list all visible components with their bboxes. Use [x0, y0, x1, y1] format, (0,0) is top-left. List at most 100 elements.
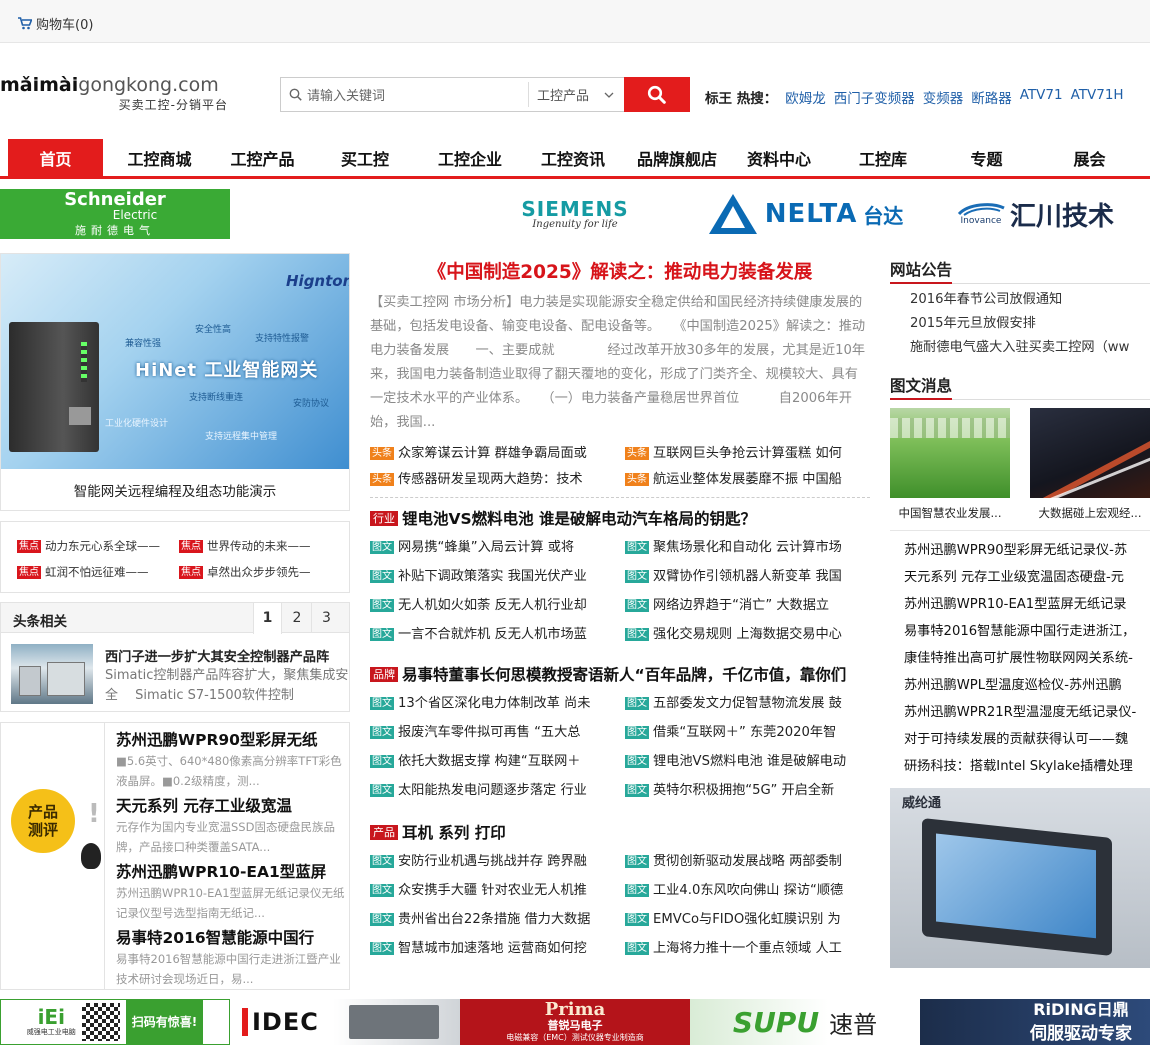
section-title[interactable]: 产品 耳机 系列 打印 — [370, 821, 870, 847]
search-input[interactable]: 请输入关键词 — [281, 78, 528, 111]
notice-item[interactable]: 施耐德电气盛大入驻买卖工控网（ww — [910, 336, 1150, 360]
picnews-image-bigdata[interactable] — [1030, 408, 1150, 498]
section-item[interactable]: 图文 贯彻创新驱动发展战略 两部委制 — [625, 847, 870, 876]
focus-row: 焦点 虹润不怕远征难—— 焦点 卓然出众步步领先— — [17, 564, 349, 590]
site-logo[interactable]: mǎimàigongkong.com 买卖工控-分销平台 — [0, 74, 232, 118]
section-item[interactable]: 图文 工业4.0东风吹向佛山 探访“顺德 — [625, 876, 870, 905]
section-item[interactable]: 图文 众安携手大疆 针对农业无人机推 — [370, 876, 625, 905]
nav-mall[interactable]: 工控商城 — [103, 139, 216, 176]
section-item[interactable]: 图文 借乘“互联网＋” 东莞2020年智 — [625, 718, 870, 747]
banner-caption: 智能网关远程编程及组态功能演示 — [73, 484, 277, 500]
brand-inovance[interactable]: Inovance 汇川技术 — [920, 189, 1150, 239]
hot-keyword[interactable]: ATV71H — [1071, 87, 1124, 107]
picnews-item[interactable]: 苏州迅鹏WPR90型彩屏无纸记录仪-苏 — [890, 537, 1150, 564]
focus-item[interactable]: 焦点 世界传动的未来—— — [179, 538, 311, 564]
section-item[interactable]: 图文 安防行业机遇与挑战并存 跨界融 — [370, 847, 625, 876]
brand-schneider[interactable]: Schneider Electric 施耐德电气 — [0, 189, 230, 239]
section-item[interactable]: 图文 报废汽车零件拟可再售 “五大总 — [370, 718, 625, 747]
search-button[interactable] — [624, 77, 690, 112]
section-item[interactable]: 图文 依托大数据支撑 构建“互联网＋ — [370, 747, 625, 776]
picnews-item[interactable]: 易事特2016智慧能源中国行走进浙江， — [890, 618, 1150, 645]
ad-idec[interactable]: IDEC — [230, 999, 460, 1045]
picnews-item[interactable]: 天元系列 元存工业级宽温固态硬盘-元 — [890, 564, 1150, 591]
iei-logo: iEi 威强电工业电脑 — [26, 1005, 76, 1036]
notice-item[interactable]: 2015年元旦放假安排 — [910, 312, 1150, 336]
picnews-item[interactable]: 对于可持续发展的贡献获得认可——魏 — [890, 726, 1150, 753]
picnews-item[interactable]: 苏州迅鹏WPR10-EA1型蓝屏无纸记录 — [890, 591, 1150, 618]
headline-thumbnail[interactable] — [11, 644, 93, 704]
nav-home[interactable]: 首页 — [8, 139, 103, 176]
product-banner[interactable]: Hignton HiNet 工业智能网关 兼容性强 安全性高 支持特性报警 支持… — [0, 253, 350, 511]
notice-item[interactable]: 2016年春节公司放假通知 — [910, 288, 1150, 312]
nav-buy[interactable]: 买工控 — [309, 139, 421, 176]
toutiao-item[interactable]: 头条 众家筹谋云计算 群雄争霸局面或 — [370, 440, 625, 468]
nav-brand-stores[interactable]: 品牌旗舰店 — [627, 139, 727, 176]
nav-exhibitions[interactable]: 展会 — [1038, 139, 1141, 176]
picnews-item[interactable]: 苏州迅鹏WPL型温度巡检仪-苏州迅鹏 — [890, 672, 1150, 699]
page-tab-2[interactable]: 2 — [283, 603, 312, 633]
section-item[interactable]: 图文 补贴下调政策落实 我国光伏产业 — [370, 562, 625, 591]
nav-resources[interactable]: 资料中心 — [727, 139, 831, 176]
brand-siemens[interactable]: SIEMENS Ingenuity for life — [460, 189, 690, 239]
page-tab-3[interactable]: 3 — [312, 603, 341, 633]
section-title[interactable]: 行业 锂电池VS燃料电池 谁是破解电动汽车格局的钥匙？ — [370, 507, 870, 533]
section-item[interactable]: 图文 智慧城市加速落地 运营商如何挖 — [370, 934, 625, 963]
toutiao-item[interactable]: 头条 航运业整体发展萎靡不振 中国船 — [625, 468, 870, 496]
section-item[interactable]: 图文 网络边界趋于“消亡” 大数据立 — [625, 591, 870, 620]
cart-label: 购物车(0) — [36, 18, 94, 33]
review-list: 苏州迅鹏WPR90型彩屏无纸 ■5.6英寸、640*480像素高分辨率TFT彩色… — [116, 729, 348, 991]
ad-riding[interactable]: RiDING日鼎 伺服驱动专家 — [920, 999, 1150, 1045]
cart-link[interactable]: 购物车(0) — [18, 14, 93, 33]
nav-companies[interactable]: 工控企业 — [421, 139, 519, 176]
ad-prima[interactable]: Prima 普锐马电子 电磁兼容（EMC）测试仪器专业制造商 — [460, 999, 690, 1045]
hot-keyword[interactable]: 西门子变频器 — [834, 87, 915, 107]
picnews-item[interactable]: 康佳特推出高可扩展性物联网网关系统- — [890, 645, 1150, 672]
focus-item[interactable]: 焦点 动力东元心系全球—— — [17, 538, 179, 564]
hot-keyword[interactable]: 欧姆龙 — [785, 87, 826, 107]
section-item[interactable]: 图文 双臂协作引领机器人新变革 我国 — [625, 562, 870, 591]
picnews-item[interactable]: 苏州迅鹏WPR21R型温湿度无纸记录仪- — [890, 699, 1150, 726]
section-item[interactable]: 图文 锂电池VS燃料电池 谁是破解电动 — [625, 747, 870, 776]
picnews-item[interactable]: 研扬科技：搭载Intel Skylake插槽处理 — [890, 753, 1150, 780]
section-item[interactable]: 图文 网易携“蜂巢”入局云计算 或将 — [370, 533, 625, 562]
nav-library[interactable]: 工控库 — [831, 139, 935, 176]
section-item[interactable]: 图文 13个省区深化电力体制改革 尚未 — [370, 689, 625, 718]
section-item[interactable]: 图文 强化交易规则 上海数据交易中心 — [625, 620, 870, 649]
hot-keyword[interactable]: 断路器 — [971, 87, 1012, 107]
section-item[interactable]: 图文 一言不合就炸机 反无人机市场蓝 — [370, 620, 625, 649]
nav-news[interactable]: 工控资讯 — [519, 139, 627, 176]
nav-products[interactable]: 工控产品 — [216, 139, 309, 176]
hot-keyword[interactable]: ATV71 — [1020, 87, 1063, 107]
search-category-select[interactable]: 工控产品 — [528, 82, 624, 107]
review-item-title[interactable]: 苏州迅鹏WPR90型彩屏无纸 — [116, 729, 348, 751]
review-item-title[interactable]: 易事特2016智慧能源中国行 — [116, 927, 348, 949]
nav-topics[interactable]: 专题 — [935, 139, 1038, 176]
review-item-title[interactable]: 苏州迅鹏WPR10-EA1型蓝屏 — [116, 861, 348, 883]
ad-supu[interactable]: SUPU 速普 — [690, 999, 920, 1045]
section-item[interactable]: 图文 五部委发文力促智慧物流发展 鼓 — [625, 689, 870, 718]
review-item-title[interactable]: 天元系列 元存工业级宽温 — [116, 795, 348, 817]
section-item[interactable]: 图文 贵州省出台22条措施 借力大数据 — [370, 905, 625, 934]
hmi-ad[interactable]: 威纶通 — [890, 788, 1150, 968]
brand-delta[interactable]: NELTA 台达 — [690, 189, 920, 239]
hot-keyword[interactable]: 变频器 — [923, 87, 964, 107]
section-item[interactable]: 图文 聚焦场景化和自动化 云计算市场 — [625, 533, 870, 562]
section-item[interactable]: 图文 EMVCo与FIDO强化虹膜识别 为 — [625, 905, 870, 934]
section-item[interactable]: 图文 上海将力推十一个重点领域 人工 — [625, 934, 870, 963]
main-article-title[interactable]: 《中国制造2025》解读之：推动电力装备发展 — [370, 258, 870, 284]
toutiao-item[interactable]: 头条 互联网巨头争抢云计算蛋糕 如何 — [625, 440, 870, 468]
inovance-logo-icon — [957, 203, 1005, 216]
banner-logo: Hignton — [286, 272, 349, 290]
focus-item[interactable]: 焦点 虹润不怕远征难—— — [17, 564, 179, 590]
section-item[interactable]: 图文 英特尔积极拥抱“5G” 开启全新 — [625, 776, 870, 805]
section-item[interactable]: 图文 无人机如火如荼 反无人机行业却 — [370, 591, 625, 620]
toutiao-item[interactable]: 头条 传感器研发呈现两大趋势：技术 — [370, 468, 625, 496]
section-item[interactable]: 图文 太阳能热发电问题逐步落定 行业 — [370, 776, 625, 805]
focus-item[interactable]: 焦点 卓然出众步步领先— — [179, 564, 311, 590]
headline-news-title[interactable]: 西门子进一步扩大其安全控制器产品阵 — [105, 646, 347, 665]
picnews-image-agriculture[interactable] — [890, 408, 1010, 498]
focus-tag: 焦点 — [17, 566, 41, 579]
page-tab-1[interactable]: 1 — [253, 603, 282, 634]
ad-iei[interactable]: iEi 威强电工业电脑 扫码有惊喜! — [0, 999, 230, 1045]
section-title[interactable]: 品牌 易事特董事长何思模教授寄语新人“百年品牌，千亿市值，靠你们 — [370, 663, 870, 689]
